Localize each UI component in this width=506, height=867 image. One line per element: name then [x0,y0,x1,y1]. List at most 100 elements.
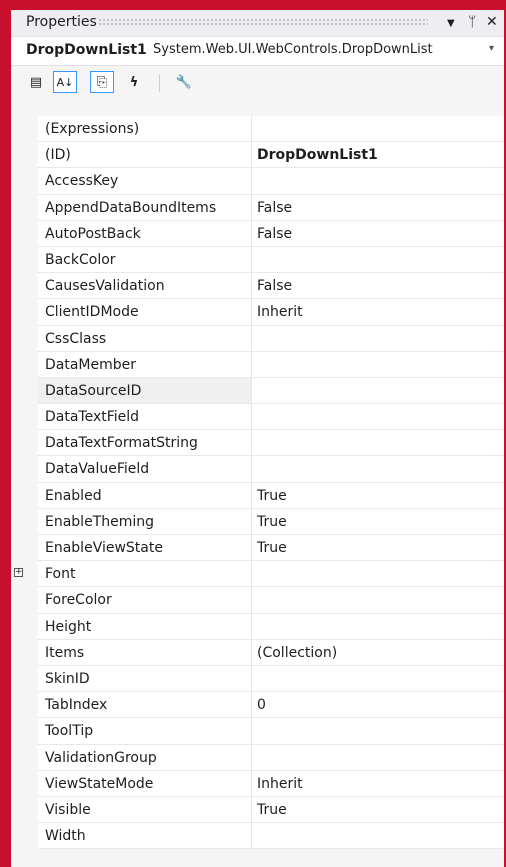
pin-icon[interactable]: ᛘ [468,13,476,31]
property-value[interactable]: True [252,508,504,535]
property-value[interactable] [252,456,504,483]
property-row[interactable]: ViewStateMode Inherit [11,770,504,797]
property-row[interactable]: TabIndex 0 [11,692,504,719]
row-gutter [11,194,38,221]
property-row[interactable]: ForeColor [11,587,504,614]
property-value[interactable]: (Collection) [252,639,504,666]
property-value[interactable] [252,168,504,195]
properties-icon[interactable]: ⎘ [90,71,114,93]
property-name[interactable]: DataTextFormatString [38,430,252,457]
property-name[interactable]: Height [38,613,252,640]
property-name[interactable]: AutoPostBack [38,220,252,247]
property-value[interactable] [252,613,504,640]
property-row[interactable]: + Font [11,561,504,588]
chevron-down-icon[interactable]: ▾ [489,43,494,54]
property-name[interactable]: Width [38,823,252,850]
property-name[interactable]: (Expressions) [38,116,252,143]
property-row[interactable]: Items (Collection) [11,639,504,666]
property-name[interactable]: DataMember [38,351,252,378]
property-row[interactable]: Height [11,613,504,640]
properties-toolbar: ▤ A↓ ⎘ ϟ 🔧 [11,66,504,100]
property-value[interactable]: DropDownList1 [252,142,504,169]
property-name[interactable]: CssClass [38,325,252,352]
property-value[interactable]: False [252,194,504,221]
property-value[interactable] [252,430,504,457]
events-icon[interactable]: ϟ [122,71,146,93]
drag-grip[interactable] [98,18,428,26]
property-value[interactable]: False [252,273,504,300]
property-row[interactable]: (ID) DropDownList1 [11,142,504,169]
property-name[interactable]: AccessKey [38,168,252,195]
property-name[interactable]: (ID) [38,142,252,169]
property-row[interactable]: AppendDataBoundItems False [11,194,504,221]
property-value[interactable]: True [252,535,504,562]
property-row[interactable]: BackColor [11,246,504,274]
expand-icon[interactable]: + [14,568,23,578]
property-value[interactable] [252,116,504,143]
property-row[interactable]: ValidationGroup [11,744,504,771]
property-value[interactable] [252,744,504,771]
close-icon[interactable]: ✕ [486,13,498,31]
property-value[interactable]: Inherit [252,299,504,326]
property-name[interactable]: ClientIDMode [38,299,252,326]
property-name[interactable]: SkinID [38,665,252,693]
property-value[interactable]: False [252,220,504,247]
property-name[interactable]: DataSourceID [38,377,252,405]
property-value[interactable] [252,823,504,850]
property-name[interactable]: TabIndex [38,692,252,719]
property-row[interactable]: AccessKey [11,168,504,195]
property-value[interactable]: True [252,482,504,509]
property-name[interactable]: AppendDataBoundItems [38,194,252,221]
property-name[interactable]: EnableViewState [38,535,252,562]
alphabetical-sort-icon[interactable]: A↓ [53,71,77,93]
property-value[interactable]: True [252,796,504,824]
property-name[interactable]: EnableTheming [38,508,252,535]
property-value[interactable] [252,325,504,352]
window-menu-dropdown-icon[interactable]: ▼ [447,15,455,33]
property-name[interactable]: BackColor [38,246,252,274]
property-name[interactable]: ToolTip [38,718,252,745]
property-row[interactable]: Width [11,823,504,850]
property-row[interactable]: EnableViewState True [11,535,504,562]
property-value[interactable] [252,246,504,274]
property-row[interactable]: DataSourceID [11,377,504,405]
property-name[interactable]: Font [38,561,252,588]
property-value[interactable]: Inherit [252,770,504,797]
property-name[interactable]: CausesValidation [38,273,252,300]
property-name[interactable]: Enabled [38,482,252,509]
property-value[interactable] [252,351,504,378]
property-row[interactable]: AutoPostBack False [11,220,504,247]
property-row[interactable]: SkinID [11,665,504,693]
property-row[interactable]: ClientIDMode Inherit [11,299,504,326]
property-row[interactable]: DataValueField [11,456,504,483]
property-name[interactable]: ValidationGroup [38,744,252,771]
wrench-icon[interactable]: 🔧 [172,71,196,93]
property-value[interactable] [252,718,504,745]
property-row[interactable]: DataTextFormatString [11,430,504,457]
property-name[interactable]: Visible [38,796,252,824]
property-row[interactable]: DataTextField [11,404,504,431]
property-name[interactable]: Items [38,639,252,666]
property-row[interactable]: ToolTip [11,718,504,745]
property-value[interactable]: 0 [252,692,504,719]
property-name[interactable]: ForeColor [38,587,252,614]
row-gutter [11,456,38,483]
property-value[interactable] [252,561,504,588]
property-row[interactable]: Visible True [11,796,504,824]
property-row[interactable]: EnableTheming True [11,508,504,535]
property-name[interactable]: DataValueField [38,456,252,483]
property-row[interactable]: CausesValidation False [11,273,504,300]
property-name[interactable]: DataTextField [38,404,252,431]
property-value[interactable] [252,377,504,405]
property-row[interactable]: CssClass [11,325,504,352]
property-value[interactable] [252,404,504,431]
properties-window: Properties ▼ ᛘ ✕ DropDownList1 System.We… [11,10,504,867]
property-row[interactable]: (Expressions) [11,116,504,143]
property-row[interactable]: Enabled True [11,482,504,509]
object-selector[interactable]: DropDownList1 System.Web.UI.WebControls.… [11,36,504,66]
property-value[interactable] [252,587,504,614]
property-name[interactable]: ViewStateMode [38,770,252,797]
property-value[interactable] [252,665,504,693]
property-row[interactable]: DataMember [11,351,504,378]
categorized-icon[interactable]: ▤ [24,71,48,93]
